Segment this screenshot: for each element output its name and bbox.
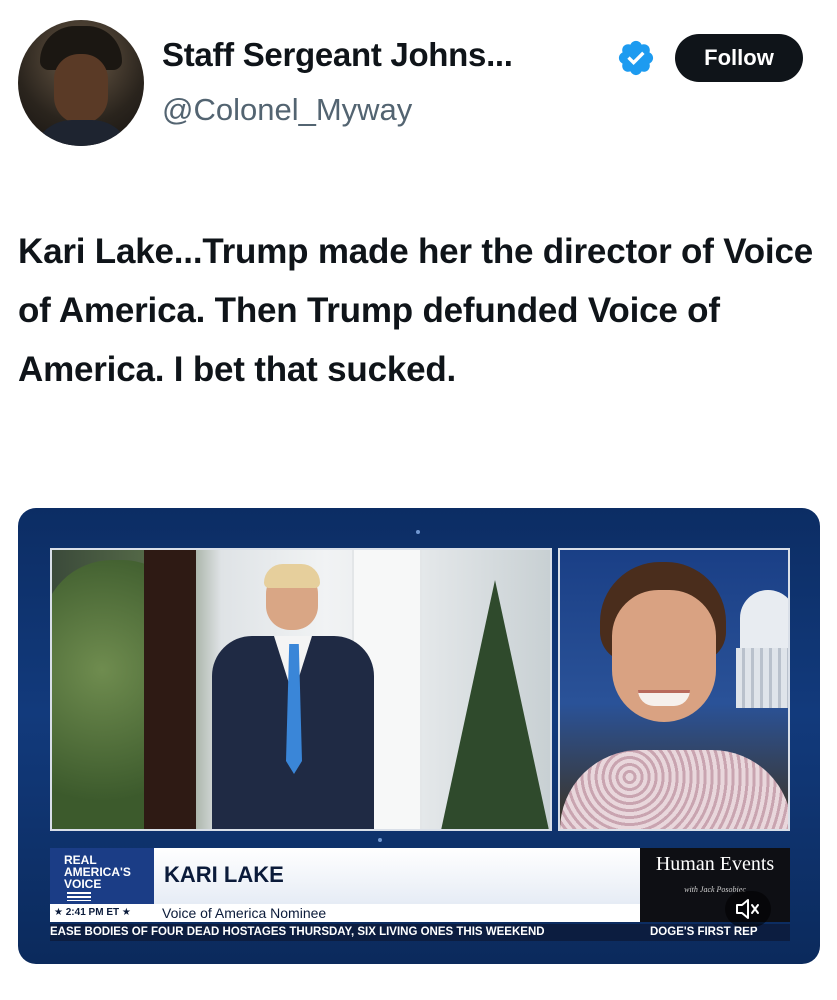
evergreen-tree-shape bbox=[440, 580, 550, 829]
broadcast-time-text: 2:41 PM ET bbox=[65, 907, 120, 918]
smile-shape bbox=[638, 690, 690, 706]
network-logo: REAL AMERICA'S VOICE bbox=[50, 848, 154, 904]
avatar-face bbox=[54, 54, 108, 124]
author-display-name[interactable]: Staff Sergeant Johns... bbox=[162, 36, 513, 74]
author-avatar[interactable] bbox=[18, 20, 144, 146]
capitol-dome-shape bbox=[732, 590, 788, 730]
news-lower-third: REAL AMERICA'S VOICE KARI LAKE ★ 2:41 PM… bbox=[50, 848, 790, 941]
show-name: Human Events bbox=[655, 853, 775, 875]
tweet-video[interactable]: REAL AMERICA'S VOICE KARI LAKE ★ 2:41 PM… bbox=[18, 508, 820, 964]
author-handle[interactable]: @Colonel_Myway bbox=[162, 92, 412, 128]
network-logo-text: REAL AMERICA'S VOICE bbox=[64, 853, 131, 891]
mute-button[interactable] bbox=[725, 891, 771, 927]
show-host: with Jack Posobiec bbox=[684, 885, 746, 894]
tweet-header: Staff Sergeant Johns... @Colonel_Myway F… bbox=[0, 0, 837, 170]
avatar-shirt bbox=[32, 120, 132, 146]
dome-drum bbox=[736, 648, 788, 708]
verified-badge-icon bbox=[618, 40, 654, 76]
video-panel-left bbox=[50, 548, 552, 831]
guest-title: Voice of America Nominee bbox=[154, 904, 640, 922]
ticker-text-left: EASE BODIES OF FOUR DEAD HOSTAGES THURSD… bbox=[50, 926, 545, 938]
video-panel-right bbox=[558, 548, 790, 831]
flag-icon bbox=[67, 892, 91, 902]
follow-button[interactable]: Follow bbox=[675, 34, 803, 82]
background-sparkle bbox=[416, 530, 420, 534]
speaker-muted-icon bbox=[736, 899, 759, 919]
doorway-shape bbox=[144, 550, 196, 829]
guest-name: KARI LAKE bbox=[154, 848, 640, 904]
tweet-text: Kari Lake...Trump made her the director … bbox=[18, 232, 813, 389]
news-ticker: EASE BODIES OF FOUR DEAD HOSTAGES THURSD… bbox=[50, 924, 790, 941]
patterned-top-shape bbox=[560, 750, 788, 829]
dome-cap bbox=[740, 590, 788, 650]
broadcast-time: ★ 2:41 PM ET ★ bbox=[50, 904, 154, 922]
hair-shape bbox=[264, 564, 320, 588]
standing-man-figure bbox=[202, 564, 382, 829]
background-sparkle bbox=[378, 838, 382, 842]
